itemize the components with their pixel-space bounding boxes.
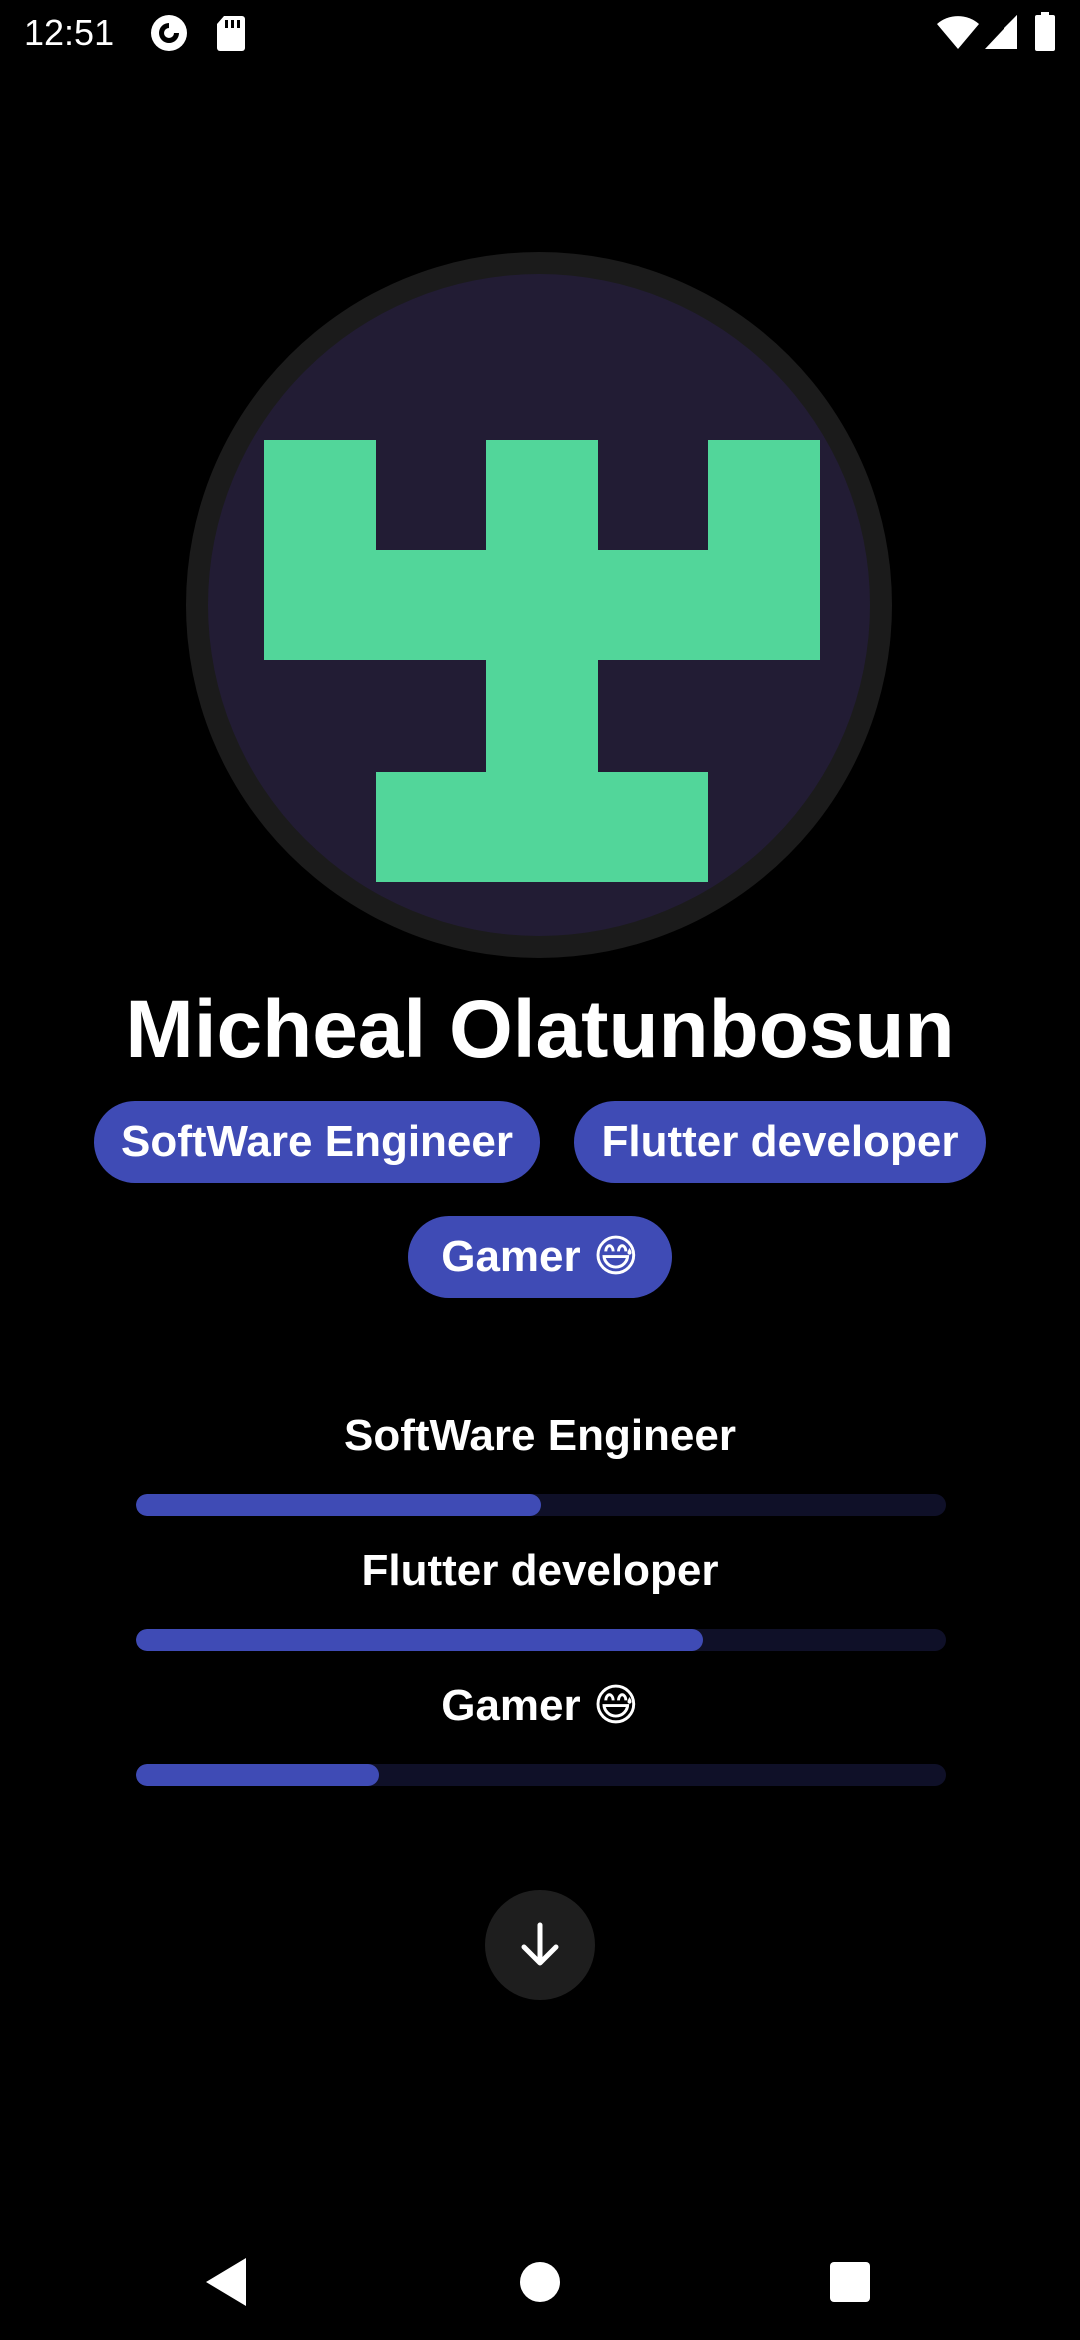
chip-gamer[interactable]: Gamer 😅 — [408, 1216, 672, 1298]
skill-label-software-engineer: SoftWare Engineer — [344, 1411, 736, 1460]
navigation-bar — [0, 2214, 1080, 2340]
battery-icon — [1035, 12, 1055, 51]
back-icon[interactable] — [196, 2252, 256, 2312]
skill-fill — [136, 1764, 379, 1786]
skill-label-gamer: Gamer 😅 — [441, 1681, 639, 1730]
tower-identicon-icon — [264, 440, 820, 882]
status-time: 12:51 — [24, 12, 115, 53]
status-bar: 12:51 — [0, 0, 1080, 66]
avatar-background — [208, 274, 870, 936]
chip-software-engineer[interactable]: SoftWare Engineer — [94, 1101, 540, 1183]
skill-bar-software-engineer — [136, 1494, 946, 1516]
avatar — [186, 252, 892, 958]
profile-name: Micheal Olatunbosun — [125, 984, 955, 1075]
arrow-down-icon — [521, 1922, 559, 1966]
pocket-casts-icon — [151, 15, 187, 51]
identicon-shape — [264, 440, 820, 882]
home-icon[interactable] — [510, 2252, 570, 2312]
skill-fill — [136, 1629, 703, 1651]
skill-label-flutter-developer: Flutter developer — [361, 1546, 719, 1595]
chip-flutter-developer[interactable]: Flutter developer — [574, 1101, 986, 1183]
sd-card-icon — [217, 16, 245, 51]
signal-icon — [985, 15, 1017, 49]
recents-icon[interactable] — [820, 2252, 880, 2312]
scroll-down-button[interactable] — [485, 1890, 595, 2000]
wifi-icon — [937, 16, 979, 49]
skill-bar-gamer — [136, 1764, 946, 1786]
skill-bar-flutter-developer — [136, 1629, 946, 1651]
skill-fill — [136, 1494, 541, 1516]
